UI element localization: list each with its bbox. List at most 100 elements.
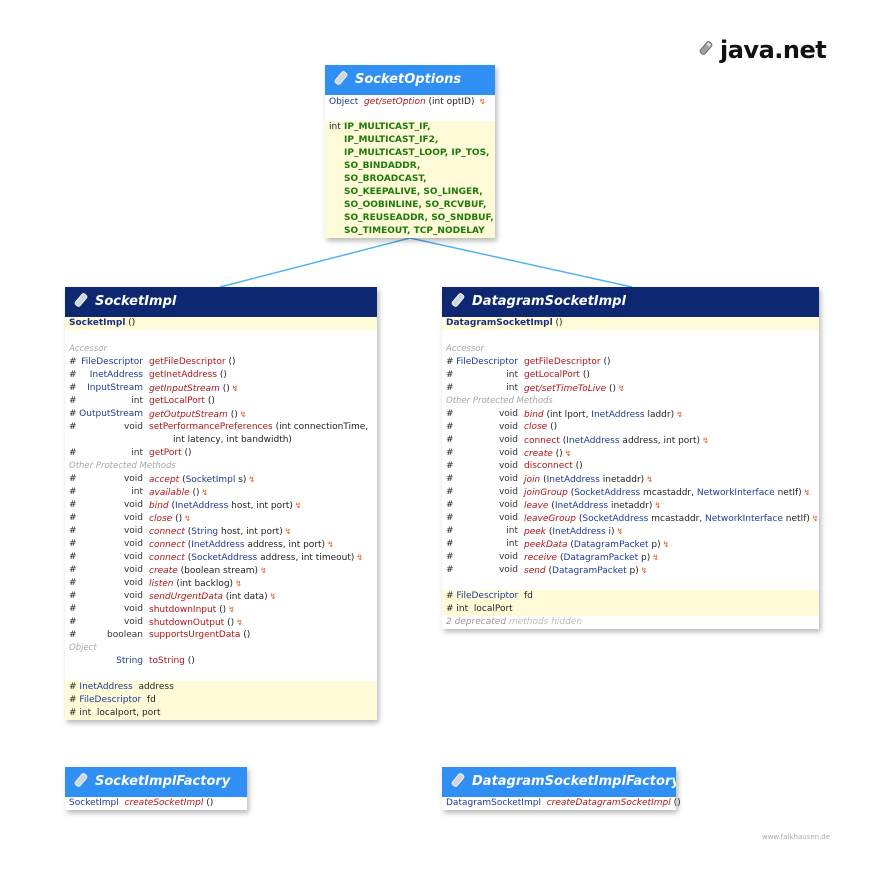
method-name: sendUrgentData: [149, 592, 223, 602]
method-name: getInetAddress: [149, 370, 218, 380]
return-type: void: [123, 578, 143, 588]
class-box-socketimplfactory[interactable]: SocketImplFactory SocketImpl createSocke…: [65, 767, 247, 810]
return-type: int: [131, 487, 143, 497]
constant-row[interactable]: IP_MULTICAST_IF2,: [325, 134, 495, 147]
field-name: localPort: [473, 604, 513, 614]
method-args: (InetAddress address, int port): [187, 540, 326, 550]
field-name: address: [138, 682, 174, 692]
field-row[interactable]: # FileDescriptor fd: [442, 590, 819, 603]
method-row[interactable]: # void setPerformancePreferences (int conn…: [65, 421, 377, 434]
constant-row[interactable]: SO_BROADCAST,: [325, 173, 495, 186]
method-row[interactable]: # void join (InetAddress inetaddr) ↯: [442, 473, 819, 486]
method-name: leaveGroup: [524, 514, 577, 524]
method-args: (InetAddress inetaddr): [551, 501, 653, 511]
method-row[interactable]: String toString (): [65, 655, 377, 668]
modifier: #: [69, 708, 77, 718]
method-row[interactable]: # int peekData (DatagramPacket p) ↯: [442, 538, 819, 551]
method-row[interactable]: # void leaveGroup (SocketAddress mcastaddr…: [442, 512, 819, 525]
constant-row[interactable]: SO_TIMEOUT, TCP_NODELAY: [325, 225, 495, 238]
constant-row[interactable]: SO_REUSEADDR, SO_SNDBUF,: [325, 212, 495, 225]
method-row[interactable]: # int getLocalPort (): [65, 395, 377, 408]
method-row[interactable]: # void listen (int backlog) ↯: [65, 577, 377, 590]
field-row[interactable]: # int localport, port: [65, 707, 377, 720]
method-args: (InetAddress inetaddr): [543, 475, 645, 485]
method-row[interactable]: # boolean supportsUrgentData (): [65, 629, 377, 642]
class-icon: [451, 293, 465, 307]
exception-arrow-icon: ↯: [231, 384, 239, 393]
method-args: (SocketAddress mcastaddr, NetworkInterfa…: [578, 514, 810, 524]
constant-name: SO_KEEPALIVE, SO_LINGER,: [344, 187, 483, 197]
method-args: (boolean stream): [180, 566, 259, 576]
modifier: #: [446, 591, 454, 601]
method-row[interactable]: # OutputStream getOutputStream () ↯: [65, 408, 377, 421]
constructor-row[interactable]: SocketImpl (): [65, 317, 377, 330]
method-row[interactable]: # FileDescriptor getFileDescriptor (): [442, 356, 819, 369]
modifier: #: [446, 604, 454, 614]
method-args: int latency, int bandwidth): [173, 435, 292, 445]
method-row[interactable]: # void receive (DatagramPacket p) ↯: [442, 551, 819, 564]
method-row[interactable]: # void connect (InetAddress address, int p…: [442, 434, 819, 447]
method-row[interactable]: # void sendUrgentData (int data) ↯: [65, 590, 377, 603]
hidden-methods-note: 2 deprecated methods hidden: [446, 617, 583, 627]
method-row[interactable]: # void create () ↯: [442, 447, 819, 460]
class-box-datagramsocketimpl[interactable]: DatagramSocketImpl DatagramSocketImpl ()…: [442, 287, 819, 629]
method-row[interactable]: # void close (): [442, 421, 819, 434]
method-row[interactable]: # FileDescriptor getFileDescriptor (): [65, 356, 377, 369]
method-row[interactable]: # void connect (InetAddress address, int p…: [65, 538, 377, 551]
method-row[interactable]: # void bind (int lport, InetAddress laddr)…: [442, 408, 819, 421]
field-row[interactable]: # FileDescriptor fd: [65, 694, 377, 707]
method-row[interactable]: # void disconnect (): [442, 460, 819, 473]
method-args: (int lport, InetAddress laddr): [546, 410, 675, 420]
class-header: SocketImpl: [65, 287, 377, 317]
method-name: getFileDescriptor: [149, 357, 226, 367]
method-row[interactable]: # void shutdownInput () ↯: [65, 603, 377, 616]
method-row[interactable]: # int getLocalPort (): [442, 369, 819, 382]
method-row[interactable]: # void joinGroup (SocketAddress mcastaddr,…: [442, 486, 819, 499]
constant-row[interactable]: SO_BINDADDR,: [325, 160, 495, 173]
class-title: DatagramSocketImplFactory: [472, 774, 676, 789]
constant-row[interactable]: SO_OOBINLINE, SO_RCVBUF,: [325, 199, 495, 212]
constant-name: SO_TIMEOUT, TCP_NODELAY: [344, 226, 485, 236]
method-name: getPort: [149, 448, 182, 458]
method-row[interactable]: # int get/setTimeToLive () ↯: [442, 382, 819, 395]
method-row[interactable]: # void leave (InetAddress inetaddr) ↯: [442, 499, 819, 512]
method-row[interactable]: # InputStream getInputStream () ↯: [65, 382, 377, 395]
method-row[interactable]: Object get/setOption (int optID) ↯: [325, 95, 495, 108]
method-row[interactable]: DatagramSocketImpl createDatagramSocketI…: [442, 797, 681, 810]
method-row[interactable]: # void send (DatagramPacket p) ↯: [442, 564, 819, 577]
class-title: SocketImpl: [95, 294, 177, 309]
field-row[interactable]: # InetAddress address: [65, 681, 377, 694]
exception-arrow-icon: ↯: [803, 488, 811, 497]
method-row[interactable]: # void shutdownOutput () ↯: [65, 616, 377, 629]
class-box-datagramsocketimplfactory[interactable]: DatagramSocketImplFactory DatagramSocket…: [442, 767, 681, 810]
return-type: void: [498, 565, 518, 575]
method-name: disconnect: [524, 461, 573, 471]
method-row[interactable]: SocketImpl createSocketImpl (): [65, 797, 247, 810]
constant-row[interactable]: int IP_MULTICAST_IF,: [325, 121, 495, 134]
method-name: getOutputStream: [149, 410, 228, 420]
method-args: (): [603, 357, 611, 367]
method-row[interactable]: # void connect (SocketAddress address, int…: [65, 551, 377, 564]
method-row[interactable]: # InetAddress getInetAddress (): [65, 369, 377, 382]
method-row[interactable]: # void close () ↯: [65, 512, 377, 525]
method-args: (): [175, 514, 183, 524]
method-row[interactable]: # void bind (InetAddress host, int port) ↯: [65, 499, 377, 512]
constructor-row[interactable]: DatagramSocketImpl (): [442, 317, 819, 330]
method-row[interactable]: # int available () ↯: [65, 486, 377, 499]
method-name: create: [149, 566, 178, 576]
method-row[interactable]: # int peek (InetAddress i) ↯: [442, 525, 819, 538]
method-args: (SocketAddress address, int timeout): [187, 553, 355, 563]
method-name: connect: [149, 540, 185, 550]
class-box-socketoptions[interactable]: SocketOptions Object get/setOption (int …: [325, 65, 495, 238]
class-box-socketimpl[interactable]: SocketImpl SocketImpl () Accessor # FileDes…: [65, 287, 377, 720]
constant-row[interactable]: IP_MULTICAST_LOOP, IP_TOS,: [325, 147, 495, 160]
method-row[interactable]: # void accept (SocketImpl s) ↯: [65, 473, 377, 486]
method-args: (): [555, 449, 563, 459]
method-args: (): [230, 410, 238, 420]
method-row[interactable]: # int getPort (): [65, 447, 377, 460]
method-row[interactable]: # void create (boolean stream) ↯: [65, 564, 377, 577]
constant-row[interactable]: SO_KEEPALIVE, SO_LINGER,: [325, 186, 495, 199]
field-row[interactable]: # int localPort: [442, 603, 819, 616]
method-row[interactable]: # void connect (String host, int port) ↯: [65, 525, 377, 538]
class-header: DatagramSocketImplFactory: [442, 767, 676, 797]
